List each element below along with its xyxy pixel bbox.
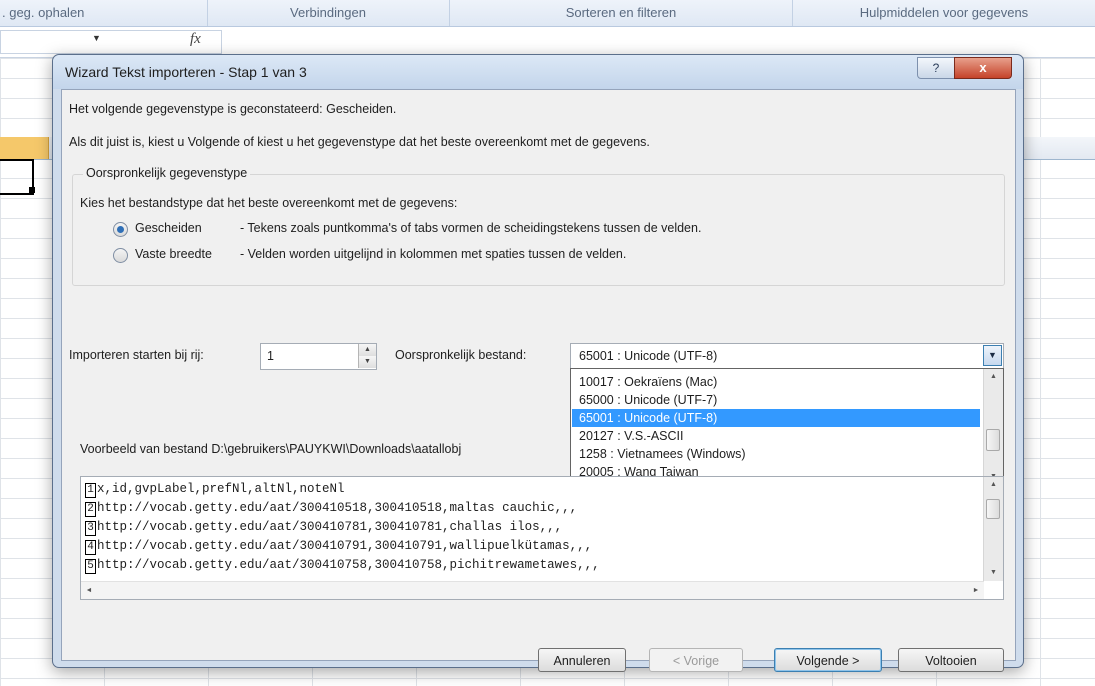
- radio-vaste-breedte[interactable]: [113, 248, 128, 263]
- dropdown-option[interactable]: 10017 : Oekraïens (Mac): [572, 373, 980, 391]
- dropdown-option[interactable]: 65000 : Unicode (UTF-7): [572, 391, 980, 409]
- preview-line: 1 x,id,gvpLabel,prefNl,altNl,noteNl: [85, 480, 345, 499]
- selected-column-header[interactable]: [0, 137, 49, 159]
- fx-icon[interactable]: fx: [190, 31, 201, 48]
- dialog-title: Wizard Tekst importeren - Stap 1 van 3: [65, 64, 307, 80]
- file-preview-box[interactable]: 1 x,id,gvpLabel,prefNl,altNl,noteNl 2 http…: [80, 476, 1004, 600]
- radio-gescheiden-description: - Tekens zoals puntkomma's of tabs vorme…: [240, 221, 702, 235]
- preview-line: 2 http://vocab.getty.edu/aat/300410518,30…: [85, 499, 577, 518]
- ribbon-group-hulpmiddelen: Hulpmiddelen voor gegevens: [859, 5, 1029, 20]
- ribbon-group-data-ophalen: . geg. ophalen: [0, 0, 208, 26]
- start-row-spinner[interactable]: 1 ▲ ▼: [260, 343, 377, 370]
- spin-up-icon[interactable]: ▲: [358, 344, 376, 356]
- fill-handle[interactable]: [29, 187, 35, 193]
- origin-combobox[interactable]: 65001 : Unicode (UTF-8) ▼: [570, 343, 1004, 370]
- preview-line: 3 http://vocab.getty.edu/aat/300410781,30…: [85, 518, 562, 537]
- preview-label: Voorbeeld van bestand D:\gebruikers\PAUY…: [80, 442, 462, 456]
- dropdown-scrollbar[interactable]: ▲ ▼: [983, 369, 1003, 485]
- original-data-type-group: Oorspronkelijk gegevenstype Kies het bes…: [72, 166, 1005, 286]
- preview-horizontal-scrollbar[interactable]: ◄ ►: [81, 581, 984, 599]
- group-intro-text: Kies het bestandstype dat het beste over…: [80, 196, 458, 210]
- chevron-down-icon[interactable]: ▼: [983, 345, 1002, 366]
- origin-selected-value[interactable]: 65001 : Unicode (UTF-8): [579, 349, 717, 363]
- dropdown-option[interactable]: 1258 : Vietnamees (Windows): [572, 445, 980, 463]
- scroll-left-icon[interactable]: ◄: [81, 582, 97, 599]
- scroll-thumb[interactable]: [986, 499, 1000, 519]
- finish-button[interactable]: Voltooien: [898, 648, 1004, 672]
- radio-gescheiden[interactable]: [113, 222, 128, 237]
- start-row-value[interactable]: 1: [267, 349, 274, 363]
- origin-dropdown-list[interactable]: 10017 : Oekraïens (Mac) 65000 : Unicode …: [570, 368, 1004, 486]
- spin-down-icon[interactable]: ▼: [358, 356, 376, 368]
- preview-vertical-scrollbar[interactable]: ▲ ▼: [983, 477, 1003, 581]
- group-legend: Oorspronkelijk gegevenstype: [83, 166, 251, 180]
- scroll-up-icon[interactable]: ▲: [984, 369, 1003, 385]
- cancel-button[interactable]: Annuleren: [538, 648, 626, 672]
- back-button[interactable]: < Vorige: [649, 648, 743, 672]
- dialog-body: Het volgende gegevenstype is geconstatee…: [61, 89, 1016, 672]
- dropdown-option[interactable]: 20127 : V.S.-ASCII: [572, 427, 980, 445]
- close-button[interactable]: x: [954, 57, 1012, 79]
- radio-vaste-breedte-description: - Velden worden uitgelijnd in kolommen m…: [240, 247, 627, 261]
- scroll-up-icon[interactable]: ▲: [984, 477, 1003, 493]
- detected-type-text: Het volgende gegevenstype is geconstatee…: [69, 102, 397, 116]
- help-button[interactable]: ?: [917, 57, 955, 79]
- preview-line: 4 http://vocab.getty.edu/aat/300410791,30…: [85, 537, 592, 556]
- origin-label: Oorspronkelijk bestand:: [395, 348, 527, 362]
- preview-line: 5 http://vocab.getty.edu/aat/300410758,30…: [85, 556, 600, 575]
- dialog-titlebar[interactable]: Wizard Tekst importeren - Stap 1 van 3 ?…: [53, 55, 1023, 89]
- ribbon-group-sorteren: Sorteren en filteren: [450, 0, 793, 26]
- ribbon-group-verbindingen: Verbindingen: [207, 0, 450, 26]
- scroll-down-icon[interactable]: ▼: [984, 565, 1003, 581]
- ribbon-group-bar: . geg. ophalen Verbindingen Sorteren en …: [0, 0, 1095, 27]
- start-row-label: Importeren starten bij rij:: [69, 348, 204, 362]
- radio-vaste-breedte-label[interactable]: Vaste breedte: [135, 247, 212, 261]
- chevron-down-icon[interactable]: ▼: [92, 33, 101, 43]
- radio-gescheiden-label[interactable]: Gescheiden: [135, 221, 202, 235]
- scroll-right-icon[interactable]: ►: [968, 582, 984, 599]
- text-import-wizard-dialog: Wizard Tekst importeren - Stap 1 van 3 ?…: [52, 54, 1024, 672]
- name-box[interactable]: [0, 30, 222, 54]
- dropdown-option-selected[interactable]: 65001 : Unicode (UTF-8): [572, 409, 980, 427]
- scroll-thumb[interactable]: [986, 429, 1000, 451]
- next-button[interactable]: Volgende >: [774, 648, 882, 672]
- instruction-text: Als dit juist is, kiest u Volgende of ki…: [69, 135, 650, 149]
